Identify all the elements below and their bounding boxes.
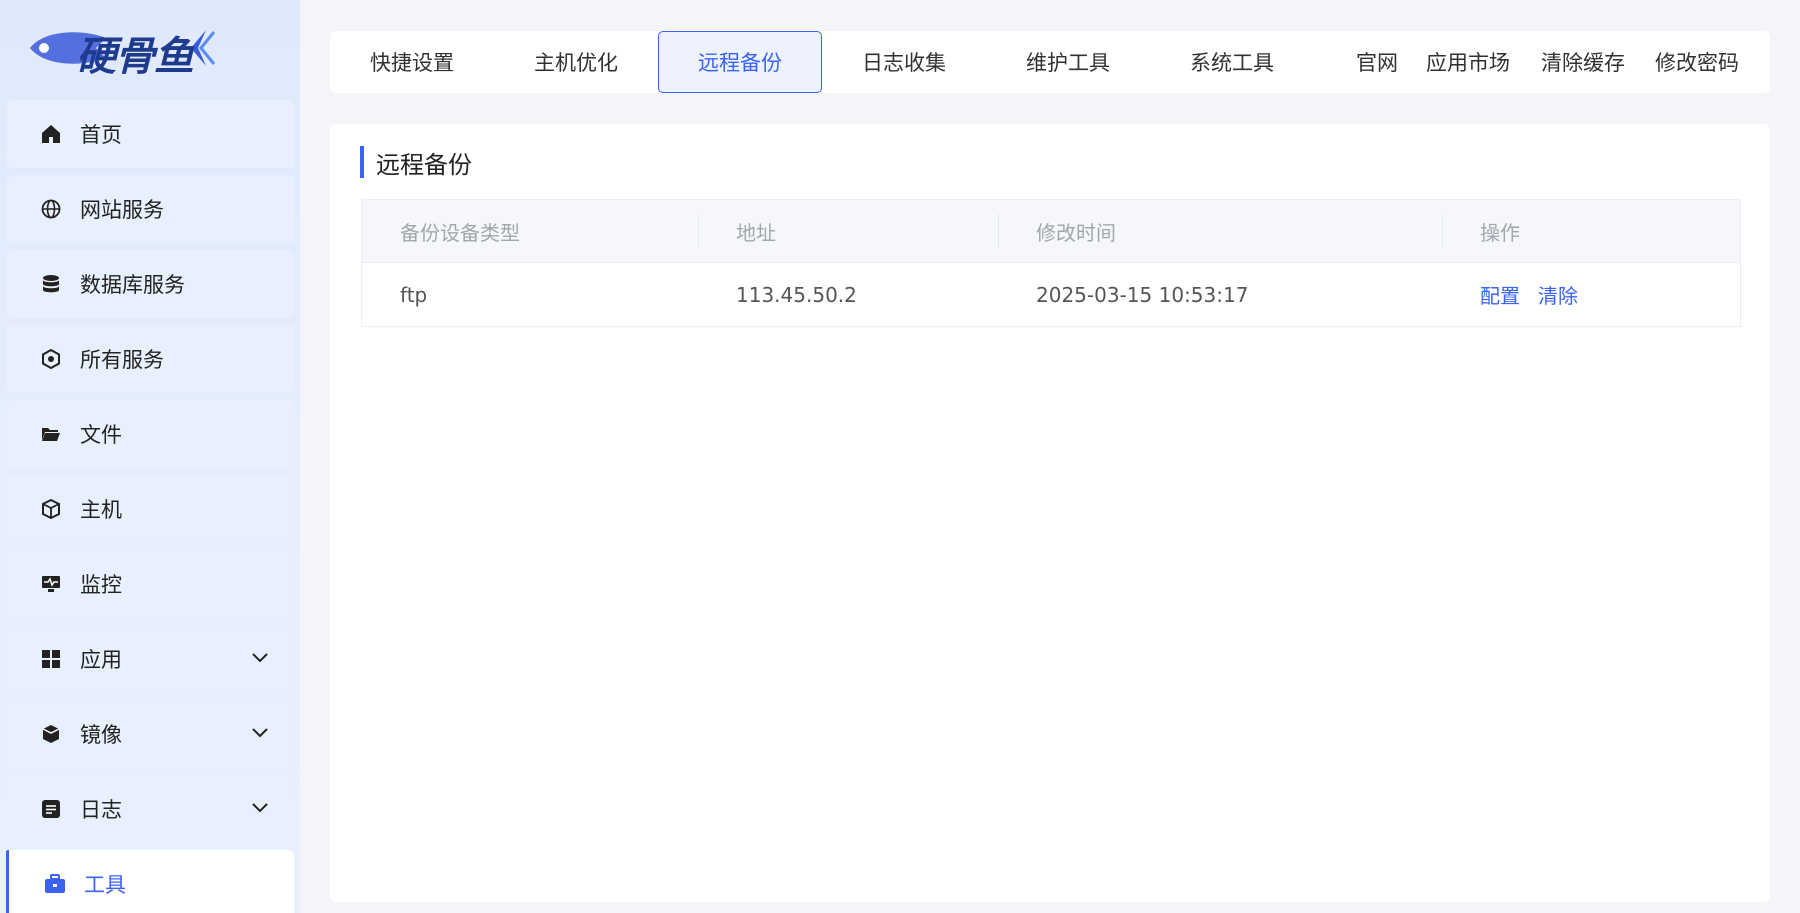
monitor-icon — [40, 573, 62, 595]
sidebar-item-label: 应用 — [80, 648, 122, 672]
clear-button[interactable]: 清除 — [1538, 280, 1578, 309]
folder-icon — [40, 423, 62, 445]
column-separator — [1442, 214, 1443, 248]
tab-quick-settings[interactable]: 快捷设置 — [330, 31, 494, 93]
sidebar-item-label: 工具 — [84, 873, 126, 897]
sidebar-item-label: 镜像 — [80, 723, 122, 747]
cell-actions: 配置 清除 — [1480, 263, 1596, 326]
globe-icon — [40, 198, 62, 220]
sidebar-item-label: 监控 — [80, 573, 122, 597]
column-separator — [698, 214, 699, 248]
sidebar-item-label: 网站服务 — [80, 198, 164, 222]
sidebar-item-monitor[interactable]: 监控 — [6, 550, 294, 618]
backup-table: 备份设备类型 地址 修改时间 操作 ftp 113.45.50.2 2025-0… — [361, 199, 1741, 327]
chevron-down-icon — [250, 647, 270, 672]
sidebar-item-websites[interactable]: 网站服务 — [6, 175, 294, 243]
table-header: 备份设备类型 地址 修改时间 操作 — [362, 200, 1740, 263]
sidebar-item-label: 主机 — [80, 498, 122, 522]
sidebar-item-databases[interactable]: 数据库服务 — [6, 250, 294, 318]
column-header-modified: 修改时间 — [1036, 220, 1116, 245]
table-row: ftp 113.45.50.2 2025-03-15 10:53:17 配置 清… — [362, 263, 1740, 326]
sidebar-item-tools[interactable]: 工具 — [6, 850, 294, 913]
link-change-password[interactable]: 修改密码 — [1655, 31, 1739, 93]
title-accent-bar — [360, 146, 364, 178]
sidebar-item-label: 文件 — [80, 423, 122, 447]
link-clear-cache[interactable]: 清除缓存 — [1541, 31, 1625, 93]
sidebar-item-label: 首页 — [80, 123, 122, 147]
toolbox-icon — [44, 873, 66, 895]
tab-host-optimization[interactable]: 主机优化 — [494, 31, 658, 93]
column-header-actions: 操作 — [1480, 220, 1520, 245]
box-icon — [40, 723, 62, 745]
logo-text: 硬骨鱼 — [76, 33, 194, 80]
column-header-type: 备份设备类型 — [400, 220, 520, 245]
logo[interactable]: 硬骨鱼 — [26, 18, 226, 80]
sidebar-item-label: 日志 — [80, 798, 122, 822]
column-separator — [998, 214, 999, 248]
cell-modified: 2025-03-15 10:53:17 — [1036, 282, 1249, 307]
configure-button[interactable]: 配置 — [1480, 280, 1520, 309]
page-title-text: 远程备份 — [376, 150, 472, 179]
link-app-market[interactable]: 应用市场 — [1426, 31, 1510, 93]
sidebar-item-all-services[interactable]: 所有服务 — [6, 325, 294, 393]
chevron-down-icon — [250, 722, 270, 747]
cell-address: 113.45.50.2 — [736, 282, 857, 307]
sidebar-item-images[interactable]: 镜像 — [6, 700, 294, 768]
home-icon — [40, 123, 62, 145]
sidebar-item-label: 所有服务 — [80, 348, 164, 372]
sidebar-nav: 首页 网站服务 数据库服务 所有服务 文件 主机 监控 应用 镜像 日志 工具 — [6, 100, 294, 913]
tab-log-collection[interactable]: 日志收集 — [822, 31, 986, 93]
sidebar: 硬骨鱼 首页 网站服务 数据库服务 所有服务 文件 主机 监控 应用 镜像 日志… — [0, 0, 300, 913]
sidebar-item-apps[interactable]: 应用 — [6, 625, 294, 693]
document-icon — [40, 798, 62, 820]
chevron-down-icon — [250, 797, 270, 822]
tab-maintenance-tools[interactable]: 维护工具 — [986, 31, 1150, 93]
remote-backup-card: 远程备份 备份设备类型 地址 修改时间 操作 ftp 113.45.50.2 2… — [330, 124, 1770, 902]
tab-remote-backup[interactable]: 远程备份 — [658, 31, 822, 93]
services-icon — [40, 348, 62, 370]
sidebar-item-files[interactable]: 文件 — [6, 400, 294, 468]
apps-grid-icon — [40, 648, 62, 670]
database-icon — [40, 273, 62, 295]
link-official-site[interactable]: 官网 — [1356, 31, 1398, 93]
tab-system-tools[interactable]: 系统工具 — [1150, 31, 1314, 93]
page-title: 远程备份 — [360, 146, 472, 179]
sidebar-item-home[interactable]: 首页 — [6, 100, 294, 168]
sidebar-item-host[interactable]: 主机 — [6, 475, 294, 543]
cell-type: ftp — [400, 282, 428, 307]
cube-icon — [40, 498, 62, 520]
sidebar-item-logs[interactable]: 日志 — [6, 775, 294, 843]
column-header-address: 地址 — [736, 220, 776, 245]
sidebar-item-label: 数据库服务 — [80, 273, 185, 297]
top-tab-bar: 快捷设置 主机优化 远程备份 日志收集 维护工具 系统工具 官网 应用市场 清除… — [330, 31, 1770, 93]
app: 硬骨鱼 首页 网站服务 数据库服务 所有服务 文件 主机 监控 应用 镜像 日志… — [0, 0, 1800, 913]
